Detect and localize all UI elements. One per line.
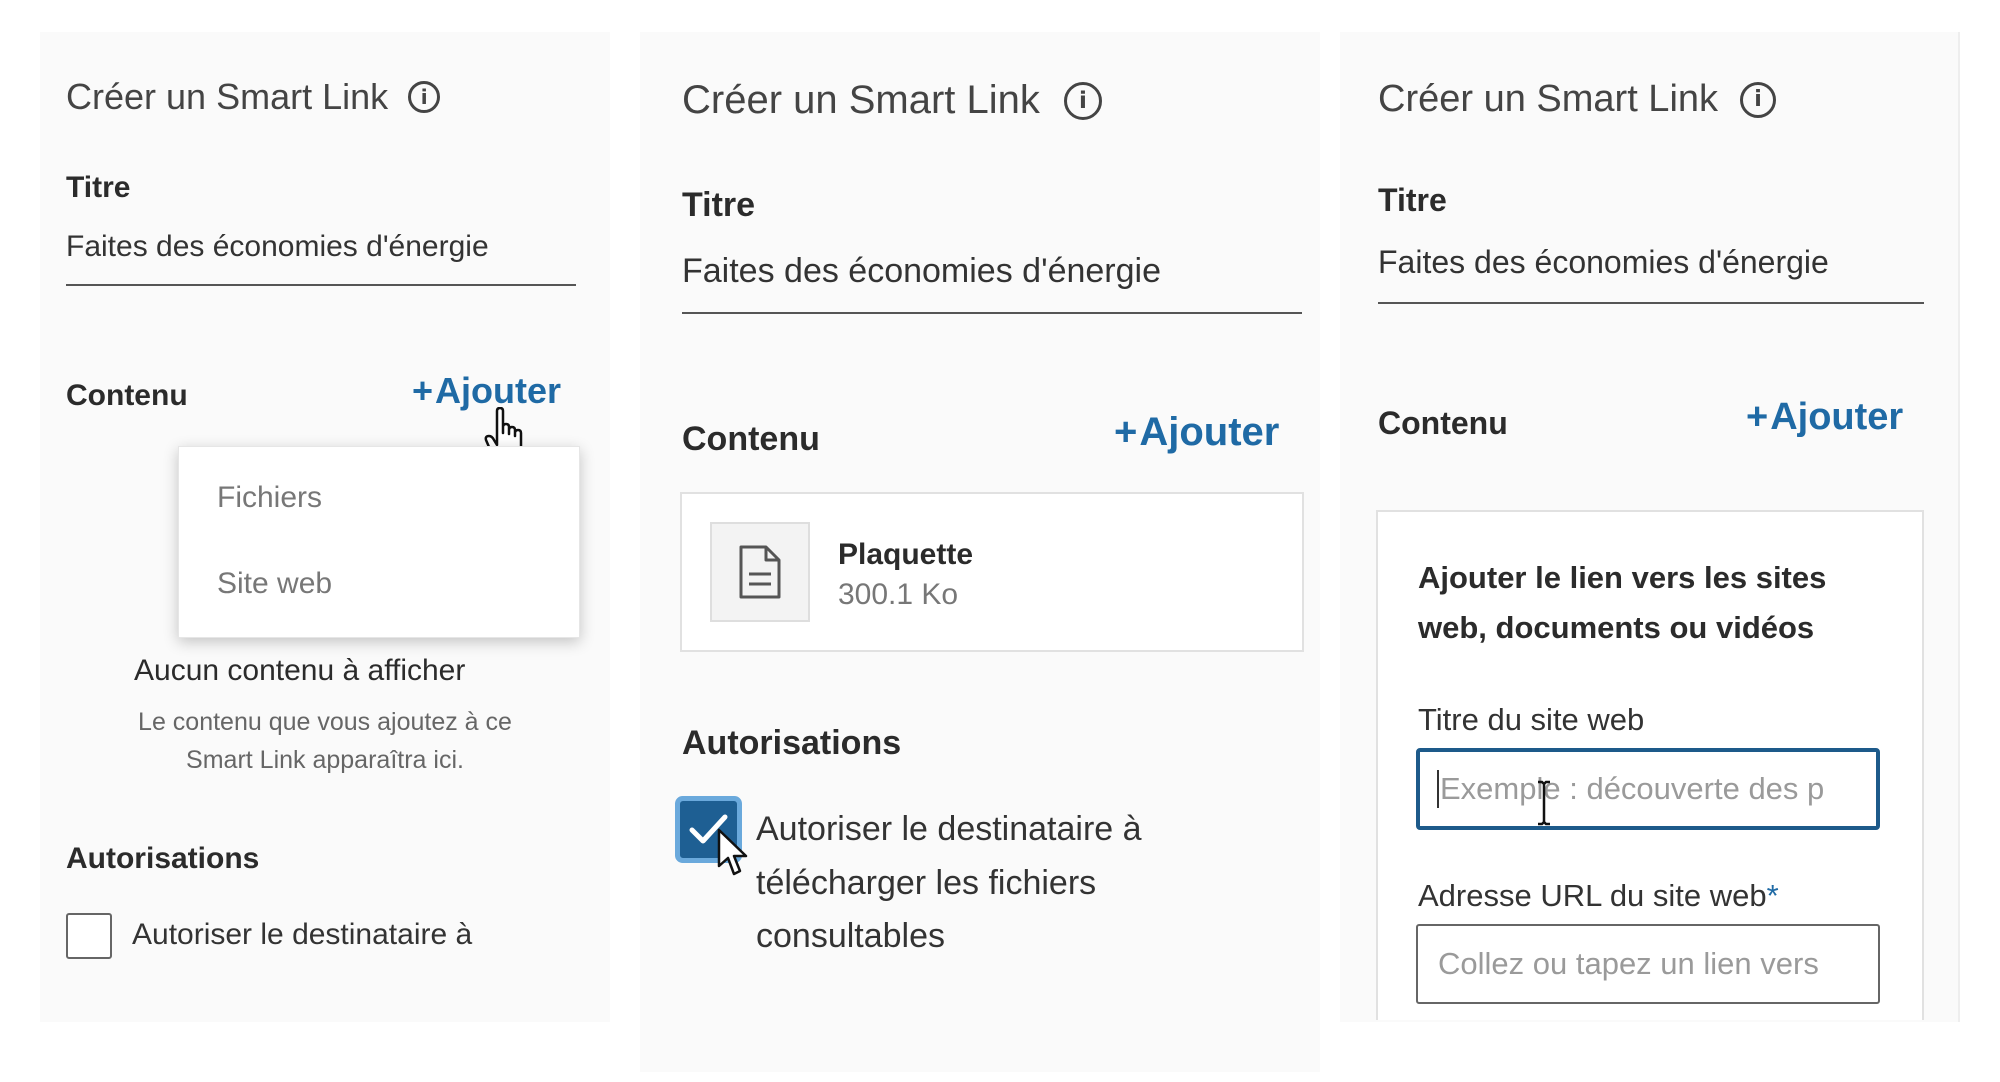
document-icon: [739, 545, 781, 599]
content-label: Contenu: [66, 379, 188, 412]
add-content-button[interactable]: + Ajouter: [1114, 410, 1279, 455]
add-content-label: Ajouter: [435, 370, 562, 411]
panel-1-title: Créer un Smart Link: [66, 76, 389, 117]
title-label: Titre: [682, 186, 756, 224]
empty-state-desc-line-1: Le contenu que vous ajoutez à ce: [138, 708, 512, 736]
info-icon[interactable]: i: [1740, 81, 1777, 118]
url-input[interactable]: Collez ou tapez un lien vers: [1416, 924, 1880, 1004]
file-name: Plaquette: [838, 538, 974, 571]
permissions-label: Autorisations: [682, 724, 902, 762]
title-value: Faites des économies d'énergie: [682, 252, 1161, 290]
add-content-menu: Fichiers Site web: [178, 446, 580, 638]
add-link-heading-line-2: web, documents ou vidéos: [1418, 610, 1815, 645]
site-title-placeholder: Exemple : découverte des p: [1440, 771, 1825, 806]
download-permission-label-line-2: télécharger les fichiers: [756, 864, 1097, 902]
title-value: Faites des économies d'énergie: [1378, 244, 1829, 280]
content-label: Contenu: [1378, 405, 1508, 441]
file-size: 300.1 Ko: [838, 578, 959, 611]
add-content-label: Ajouter: [1770, 396, 1904, 438]
info-icon[interactable]: i: [408, 81, 441, 113]
download-permission-label-line-3: consultables: [756, 917, 946, 955]
site-title-input[interactable]: Exemple : découverte des p: [1416, 748, 1880, 830]
text-caret: [1437, 770, 1439, 808]
url-label-text: Adresse URL du site web: [1418, 878, 1767, 913]
panel-3-title: Créer un Smart Link: [1378, 78, 1719, 120]
title-input[interactable]: Faites des économies d'énergie: [682, 252, 1302, 314]
content-label: Contenu: [682, 420, 820, 458]
download-permission-checkbox[interactable]: [66, 913, 112, 959]
download-permission-label: Autoriser le destinataire à: [132, 918, 473, 951]
title-value: Faites des économies d'énergie: [66, 230, 489, 263]
panel-2-title: Créer un Smart Link: [682, 78, 1040, 122]
ibeam-cursor-icon: [1538, 780, 1550, 826]
empty-state-title: Aucun contenu à afficher: [134, 654, 466, 687]
url-placeholder: Collez ou tapez un lien vers: [1438, 946, 1819, 981]
menu-item-site-web[interactable]: Site web: [217, 567, 332, 601]
add-content-button[interactable]: + Ajouter: [412, 370, 561, 412]
info-icon[interactable]: i: [1063, 81, 1102, 120]
title-label: Titre: [66, 171, 131, 204]
plus-icon: +: [1114, 410, 1138, 454]
required-star: *: [1766, 878, 1779, 913]
plus-icon: +: [412, 370, 434, 411]
menu-item-fichiers[interactable]: Fichiers: [217, 481, 322, 515]
panel-2-header: Créer un Smart Link i: [682, 78, 1102, 123]
arrow-cursor-icon: [717, 828, 748, 876]
plus-icon: +: [1746, 396, 1769, 438]
title-input[interactable]: Faites des économies d'énergie: [66, 230, 576, 286]
panel-1-header: Créer un Smart Link i: [66, 76, 441, 118]
title-label: Titre: [1378, 182, 1447, 218]
panel-3-header: Créer un Smart Link i: [1378, 78, 1777, 121]
add-content-button[interactable]: + Ajouter: [1746, 396, 1903, 439]
add-content-label: Ajouter: [1139, 410, 1280, 454]
permissions-label: Autorisations: [66, 842, 260, 875]
download-permission-label-line-1: Autoriser le destinataire à: [756, 810, 1142, 848]
url-label: Adresse URL du site web*: [1418, 878, 1779, 914]
empty-state-desc-line-2: Smart Link apparaîtra ici.: [186, 746, 464, 774]
title-input[interactable]: Faites des économies d'énergie: [1378, 244, 1924, 304]
site-title-label: Titre du site web: [1418, 702, 1645, 737]
add-link-heading-line-1: Ajouter le lien vers les sites: [1418, 560, 1827, 595]
